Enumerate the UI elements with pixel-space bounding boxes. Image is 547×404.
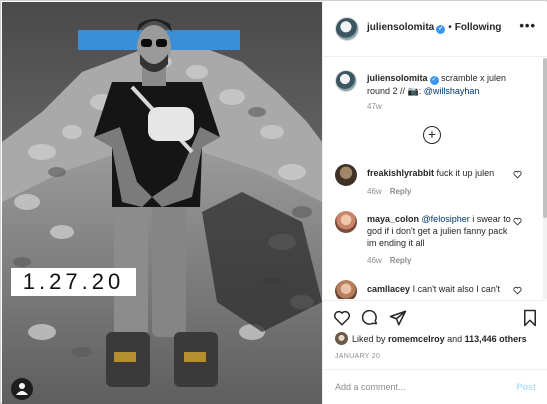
heart-icon[interactable] bbox=[513, 170, 522, 179]
author-line: juliensolomita ✓ • Following bbox=[367, 22, 501, 34]
photo-illustration bbox=[2, 2, 322, 404]
heart-icon[interactable] bbox=[333, 309, 351, 327]
more-options-icon[interactable]: ••• bbox=[519, 18, 536, 33]
share-icon[interactable] bbox=[389, 309, 407, 327]
caption-age: 47w bbox=[367, 102, 382, 111]
caption-username[interactable]: juliensolomita bbox=[367, 73, 428, 83]
comment-username[interactable]: freakishlyrabbit bbox=[367, 168, 434, 178]
reply-button[interactable]: Reply bbox=[390, 256, 412, 265]
comment-text: freakishlyrabbit fuck it up julen bbox=[367, 167, 515, 179]
caption-avatar[interactable] bbox=[335, 70, 357, 92]
likes-conj: and bbox=[447, 334, 463, 344]
liker-username[interactable]: romemcelroy bbox=[388, 334, 445, 344]
comment-mention[interactable]: @felosipher bbox=[422, 214, 470, 224]
comment-age: 46w bbox=[367, 187, 382, 196]
comment-avatar[interactable] bbox=[335, 164, 357, 186]
post-modal: 1.27.20 juliensolomita ✓ • Following ••• ju… bbox=[0, 0, 547, 404]
verified-badge-icon: ✓ bbox=[436, 25, 446, 34]
comment-avatar[interactable] bbox=[335, 280, 357, 299]
comment-meta: 46w Reply bbox=[367, 256, 411, 265]
liker-avatar[interactable] bbox=[335, 332, 348, 345]
bookmark-icon[interactable] bbox=[521, 309, 539, 327]
comment-age: 46w bbox=[367, 256, 382, 265]
comment-input[interactable]: Add a comment... bbox=[335, 382, 406, 392]
comment-body: I can't wait also I can't bbox=[412, 284, 501, 294]
post-side-panel: juliensolomita ✓ • Following ••• juliensolo… bbox=[322, 2, 547, 404]
likes-text: Liked by romemcelroy and 113,446 others bbox=[352, 334, 527, 344]
author-avatar[interactable] bbox=[335, 17, 359, 41]
likes-summary: Liked by romemcelroy and 113,446 others bbox=[335, 332, 545, 346]
likes-count[interactable]: 113,446 others bbox=[465, 334, 527, 344]
comment-username[interactable]: camllacey bbox=[367, 284, 410, 294]
comment-text: camllacey I can't wait also I can't bbox=[367, 283, 515, 295]
post-photo[interactable]: 1.27.20 bbox=[2, 2, 322, 404]
post-header: juliensolomita ✓ • Following ••• bbox=[323, 2, 547, 57]
add-comment-bar: Add a comment... Post bbox=[323, 369, 547, 404]
comment-body: fuck it up julen bbox=[436, 168, 495, 178]
likes-prefix: Liked by bbox=[352, 334, 386, 344]
comments-list[interactable]: juliensolomita ✓ scramble x julen round 2… bbox=[323, 58, 547, 299]
camera-emoji: 📷 bbox=[407, 86, 419, 96]
post-date: JANUARY 20 bbox=[335, 353, 381, 360]
comment-icon[interactable] bbox=[361, 309, 379, 327]
comment-username[interactable]: maya_colon bbox=[367, 214, 419, 224]
comments-scroll-thumb[interactable] bbox=[543, 58, 547, 218]
action-bar bbox=[323, 300, 547, 330]
header-separator: • bbox=[448, 22, 452, 33]
caption-text: juliensolomita ✓ scramble x julen round 2… bbox=[367, 73, 507, 96]
user-tag-icon[interactable] bbox=[11, 378, 33, 400]
comment-text: maya_colon @felosipher i swear to god if… bbox=[367, 213, 515, 249]
verified-badge-icon: ✓ bbox=[429, 76, 439, 85]
plus-circle-icon[interactable]: + bbox=[423, 126, 441, 144]
heart-icon[interactable] bbox=[513, 286, 522, 295]
author-username[interactable]: juliensolomita bbox=[367, 22, 434, 33]
reply-button[interactable]: Reply bbox=[390, 187, 412, 196]
following-button[interactable]: Following bbox=[455, 22, 502, 33]
heart-icon[interactable] bbox=[513, 217, 522, 226]
comment-avatar[interactable] bbox=[335, 211, 357, 233]
caption-mention[interactable]: @willshayhan bbox=[424, 86, 480, 96]
post-comment-button[interactable]: Post bbox=[516, 382, 536, 392]
comment-meta: 46w Reply bbox=[367, 187, 411, 196]
date-overlay: 1.27.20 bbox=[11, 268, 136, 296]
